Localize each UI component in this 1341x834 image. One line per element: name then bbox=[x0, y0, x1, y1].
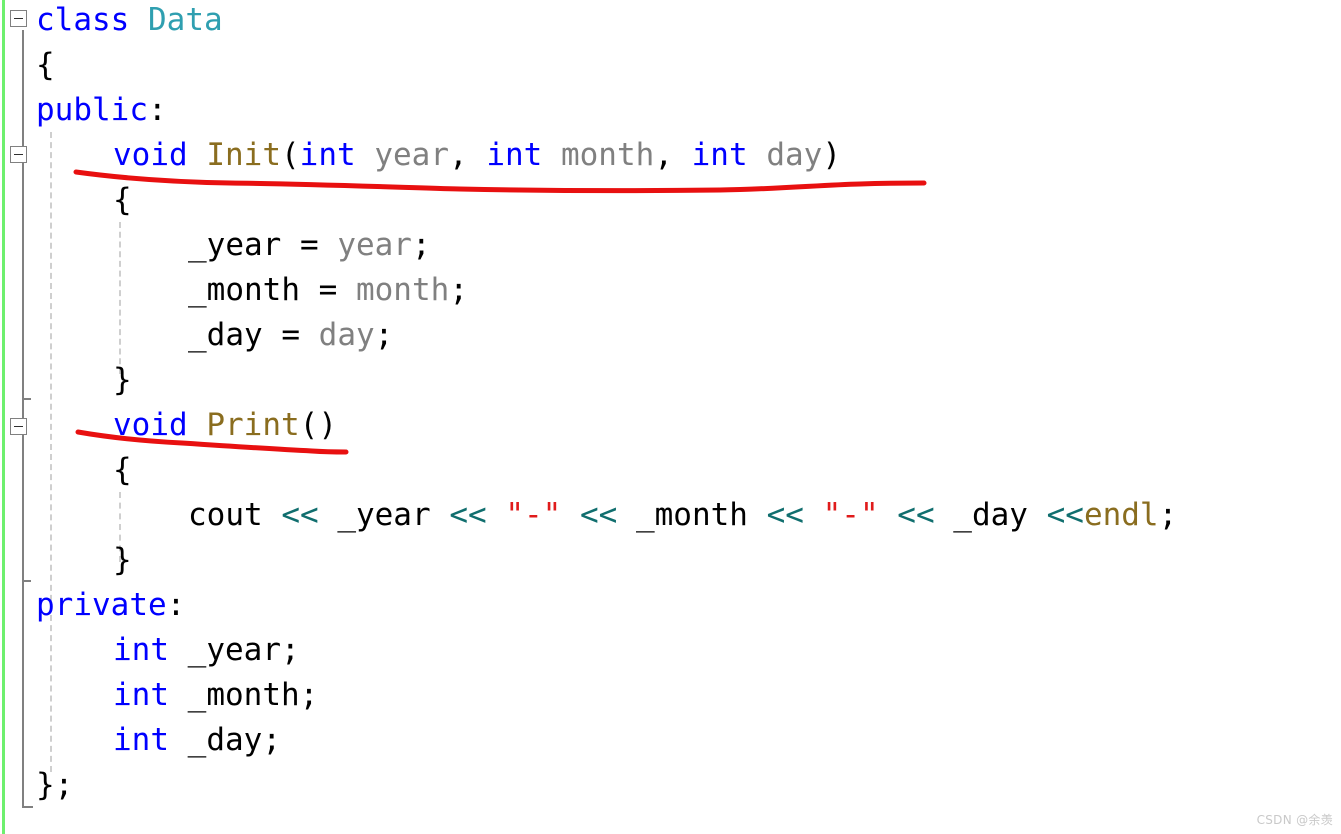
code-token-plain: { bbox=[113, 182, 132, 218]
code-line: int _month; bbox=[0, 673, 318, 719]
code-token-string: "-" bbox=[505, 497, 562, 533]
code-token-operator: << bbox=[1046, 497, 1084, 533]
code-token-plain: _month = bbox=[188, 272, 356, 308]
code-token-operator: << bbox=[281, 497, 319, 533]
code-token-keyword: int bbox=[113, 632, 169, 668]
code-line: }; bbox=[0, 763, 73, 809]
code-token-plain: _year; bbox=[169, 632, 300, 668]
code-line: int _year; bbox=[0, 628, 300, 674]
code-token-plain: , bbox=[654, 137, 692, 173]
code-line: private: bbox=[0, 583, 185, 629]
code-token-parameter: year bbox=[374, 137, 449, 173]
code-token-plain: ; bbox=[411, 227, 431, 263]
code-token-plain: _month; bbox=[169, 677, 319, 713]
code-token-plain: ( bbox=[280, 137, 300, 173]
code-line: void Print() bbox=[0, 403, 337, 449]
code-content[interactable]: class Data { public: void Init(int year,… bbox=[0, 0, 1341, 834]
code-token-parameter: day bbox=[318, 317, 375, 353]
code-line: _month = month; bbox=[0, 268, 468, 314]
code-token-plain: _month bbox=[617, 497, 767, 533]
code-line: } bbox=[0, 358, 132, 404]
code-token-operator: << bbox=[449, 497, 487, 533]
code-token-operator: << bbox=[766, 497, 804, 533]
code-token-plain: () bbox=[299, 407, 337, 443]
code-token-plain: _day; bbox=[169, 722, 281, 758]
code-token-keyword: void bbox=[113, 407, 188, 443]
code-token-plain: _day = bbox=[188, 317, 319, 353]
code-line: _day = day; bbox=[0, 313, 393, 359]
code-token-keyword: int bbox=[691, 137, 748, 173]
code-token-keyword: int bbox=[299, 137, 356, 173]
code-token-function_name: Print bbox=[206, 407, 300, 443]
watermark: CSDN @余羡 bbox=[1256, 813, 1333, 827]
code-token-parameter: month bbox=[355, 272, 450, 308]
code-token-keyword: class bbox=[36, 2, 130, 38]
code-line: } bbox=[0, 538, 132, 584]
code-token-class_name: Data bbox=[148, 2, 223, 38]
code-token-function_name: endl bbox=[1083, 497, 1159, 533]
code-token-keyword: private bbox=[36, 587, 167, 623]
code-token-plain: } bbox=[113, 362, 132, 398]
code-line: void Init(int year, int month, int day) bbox=[0, 133, 841, 179]
code-token-plain: _year bbox=[318, 497, 450, 533]
code-token-plain: _year = bbox=[188, 227, 338, 263]
code-token-plain: ; bbox=[1158, 497, 1178, 533]
code-token-plain: _day bbox=[934, 497, 1047, 533]
code-token-parameter: year bbox=[337, 227, 412, 263]
code-token-parameter: month bbox=[560, 137, 655, 173]
code-token-keyword: void bbox=[113, 137, 188, 173]
code-line: { bbox=[0, 178, 132, 224]
code-token-plain: ) bbox=[822, 137, 841, 173]
code-line: { bbox=[0, 43, 55, 89]
code-token-operator: << bbox=[579, 497, 618, 533]
code-token-keyword: int bbox=[113, 722, 169, 758]
code-line: { bbox=[0, 448, 132, 494]
code-token-plain: { bbox=[113, 452, 132, 488]
code-token-plain: , bbox=[448, 137, 487, 173]
code-token-plain: ; bbox=[449, 272, 468, 308]
code-token-plain: ; bbox=[374, 317, 394, 353]
code-token-function_name: Init bbox=[206, 137, 281, 173]
code-line: _year = year; bbox=[0, 223, 431, 269]
code-token-plain: } bbox=[113, 542, 132, 578]
code-token-keyword: public bbox=[36, 92, 148, 128]
code-token-operator: << bbox=[897, 497, 935, 533]
code-token-plain: cout bbox=[188, 497, 282, 533]
code-line: public: bbox=[0, 88, 167, 134]
code-line: cout << _year << "-" << _month << "-" <<… bbox=[0, 493, 1177, 539]
code-token-plain: }; bbox=[36, 767, 74, 803]
code-token-plain: { bbox=[36, 47, 55, 83]
code-token-keyword: int bbox=[486, 137, 543, 173]
code-token-plain: : bbox=[147, 92, 167, 128]
code-line: class Data bbox=[0, 0, 223, 44]
code-token-keyword: int bbox=[113, 677, 169, 713]
code-token-string: "-" bbox=[822, 497, 879, 533]
code-editor: class Data { public: void Init(int year,… bbox=[0, 0, 1341, 834]
code-token-plain: : bbox=[166, 587, 186, 623]
code-line: int _day; bbox=[0, 718, 281, 764]
code-token-parameter: day bbox=[766, 137, 823, 173]
